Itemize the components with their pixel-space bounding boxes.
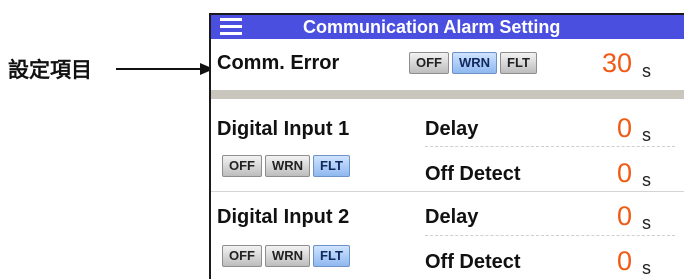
callout-arrow-icon (116, 63, 214, 75)
digital-input-1-wrn-button[interactable]: WRN (265, 155, 311, 177)
digital-input-1-off-detect-unit: s (642, 170, 651, 190)
comm-error-flt-button[interactable]: FLT (500, 52, 537, 74)
comm-error-value[interactable]: 30 (602, 48, 632, 78)
digital-input-2-delay-label: Delay (425, 206, 479, 228)
section-divider (211, 90, 684, 99)
digital-input-2-wrn-button[interactable]: WRN (265, 245, 311, 267)
hamburger-menu-icon[interactable] (220, 18, 242, 35)
digital-input-2-delay-value[interactable]: 0 (617, 201, 632, 231)
title-bar: Communication Alarm Setting (211, 15, 684, 39)
alarm-setting-screen: Communication Alarm Setting Comm. Error … (209, 13, 684, 279)
digital-input-1-delay-unit: s (642, 125, 651, 145)
field-separator (425, 235, 675, 236)
comm-error-off-button[interactable]: OFF (409, 52, 449, 74)
comm-error-wrn-button[interactable]: WRN (452, 52, 498, 74)
comm-error-label: Comm. Error (217, 52, 340, 74)
digital-input-1-delay-value[interactable]: 0 (617, 113, 632, 143)
digital-input-2-off-detect-value[interactable]: 0 (617, 246, 632, 276)
digital-input-2-off-detect-unit: s (642, 258, 651, 278)
digital-input-2-mode-selector: OFF WRN FLT (222, 245, 350, 267)
digital-input-1-delay-label: Delay (425, 118, 479, 140)
field-separator (425, 146, 675, 147)
digital-input-1-label: Digital Input 1 (217, 118, 350, 140)
digital-input-1-flt-button[interactable]: FLT (313, 155, 350, 177)
comm-error-unit: s (642, 61, 651, 81)
digital-input-2-off-button[interactable]: OFF (222, 245, 262, 267)
digital-input-2-flt-button[interactable]: FLT (313, 245, 350, 267)
screen-title: Communication Alarm Setting (303, 17, 561, 37)
digital-input-1-off-detect-value[interactable]: 0 (617, 158, 632, 188)
digital-input-1-off-detect-label: Off Detect (425, 163, 521, 185)
digital-input-2-off-detect-label: Off Detect (425, 251, 521, 273)
digital-input-1-mode-selector: OFF WRN FLT (222, 155, 350, 177)
digital-input-2-label: Digital Input 2 (217, 206, 350, 228)
row-separator (211, 191, 684, 192)
callout-label: 設定項目 (8, 58, 92, 82)
comm-error-mode-selector: OFF WRN FLT (409, 52, 537, 74)
digital-input-1-off-button[interactable]: OFF (222, 155, 262, 177)
digital-input-2-delay-unit: s (642, 213, 651, 233)
